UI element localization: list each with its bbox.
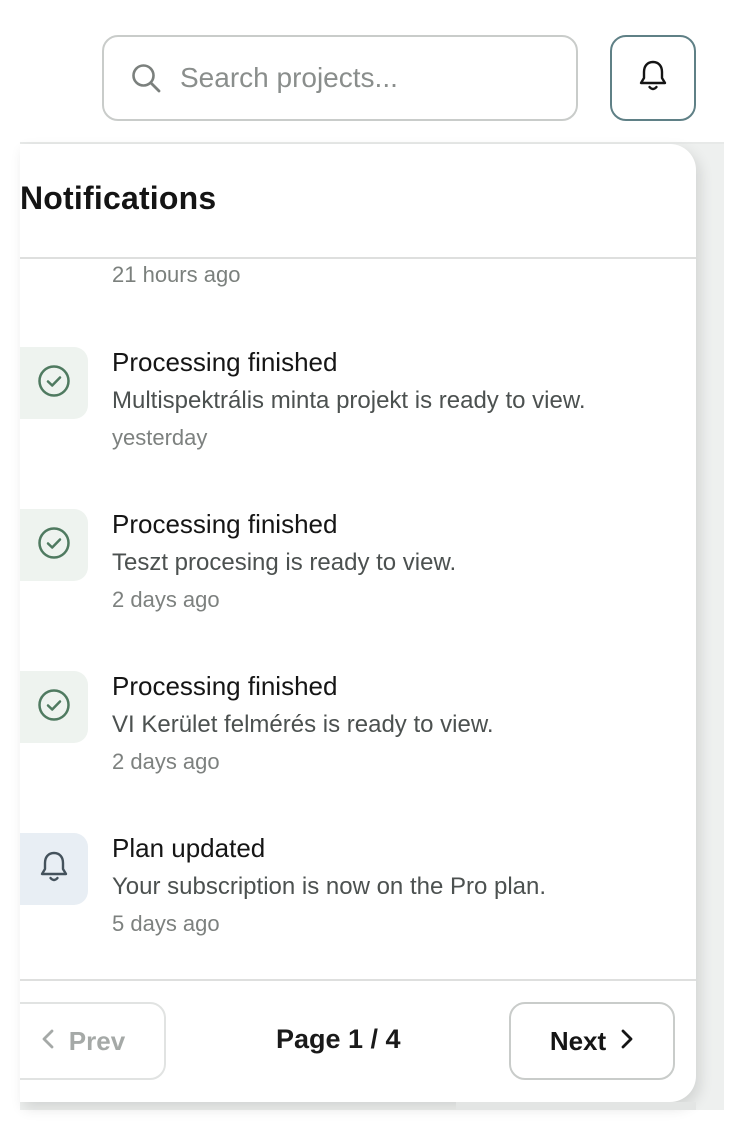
page-indicator: Page 1 / 4 <box>276 1024 401 1054</box>
check-circle-icon <box>37 364 71 403</box>
notification-title: Processing finished <box>112 509 338 539</box>
search-box[interactable] <box>102 35 578 121</box>
notification-item[interactable]: Processing finished Multispektrális mint… <box>20 347 696 487</box>
notifications-button[interactable] <box>610 35 696 121</box>
top-bar <box>0 0 744 143</box>
panel-header-divider <box>20 257 696 259</box>
notification-badge <box>20 347 88 419</box>
next-page-button[interactable]: Next <box>509 1002 675 1080</box>
backdrop-edge <box>456 1102 696 1110</box>
notification-message: Your subscription is now on the Pro plan… <box>112 873 547 900</box>
notification-time: 2 days ago <box>112 587 220 612</box>
notification-time: 21 hours ago <box>112 262 241 287</box>
notification-item[interactable]: Processing finished Teszt procesing is r… <box>20 509 696 649</box>
notification-item[interactable]: Plan updated Your subscription is now on… <box>20 833 696 973</box>
search-input[interactable] <box>178 61 542 95</box>
notification-badge <box>20 833 88 905</box>
bell-icon <box>637 59 669 98</box>
notification-title: Processing finished <box>112 671 338 701</box>
notification-time: 5 days ago <box>112 911 220 936</box>
panel-footer-divider <box>20 979 696 981</box>
notification-message: VI Kerület felmérés is ready to view. <box>112 711 494 738</box>
prev-label: Prev <box>68 1025 126 1056</box>
chevron-right-icon <box>620 1026 634 1057</box>
bell-icon <box>38 850 70 889</box>
notification-message: Multispektrális minta projekt is ready t… <box>112 387 586 414</box>
chevron-left-icon <box>41 1026 55 1057</box>
check-circle-icon <box>37 688 71 727</box>
notification-time: 2 days ago <box>112 749 220 774</box>
notification-badge <box>20 509 88 581</box>
notification-badge <box>20 671 88 743</box>
next-label: Next <box>549 1025 607 1056</box>
search-icon <box>128 60 164 96</box>
notification-title: Processing finished <box>112 347 338 377</box>
prev-page-button[interactable]: Prev <box>20 1002 166 1080</box>
notification-time: yesterday <box>112 425 208 450</box>
notification-message: Teszt procesing is ready to view. <box>112 549 457 576</box>
notification-item[interactable]: Processing finished VI Kerület felmérés … <box>20 671 696 811</box>
notifications-panel: Notifications 21 hours ago Processing fi… <box>20 144 696 1102</box>
panel-title: Notifications <box>20 180 217 216</box>
notification-title: Plan updated <box>112 833 266 863</box>
check-circle-icon <box>37 526 71 565</box>
